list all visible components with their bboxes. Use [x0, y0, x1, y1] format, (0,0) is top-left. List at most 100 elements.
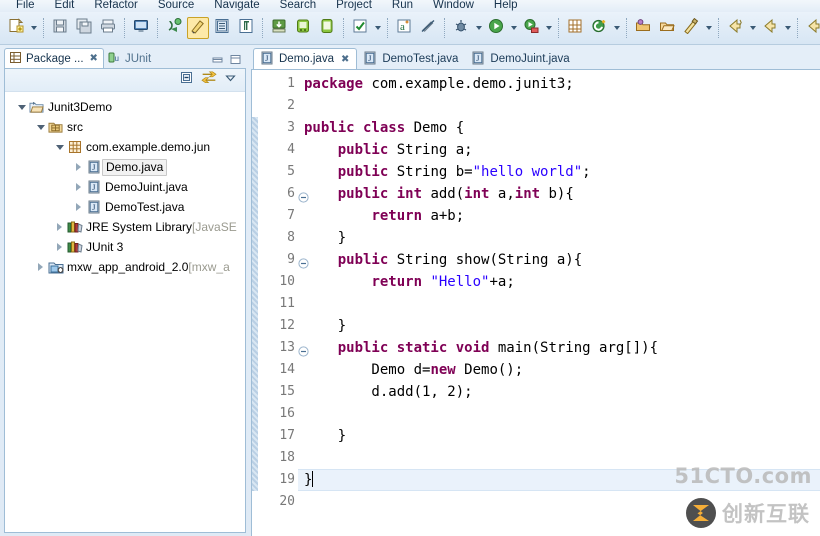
- next-annotation-dropdown-icon[interactable]: [747, 17, 758, 39]
- close-icon[interactable]: ✖: [90, 53, 98, 64]
- chevron-right-icon[interactable]: [53, 223, 66, 231]
- save-button[interactable]: [49, 17, 71, 39]
- new-package-button[interactable]: [564, 17, 586, 39]
- code-line[interactable]: }: [298, 315, 820, 337]
- editor-tab-demotest-java[interactable]: J DemoTest.java: [357, 49, 465, 69]
- menu-item-edit[interactable]: Edit: [45, 0, 85, 12]
- code-line[interactable]: [298, 293, 820, 315]
- chevron-down-icon[interactable]: [34, 125, 47, 130]
- menu-item-navigate[interactable]: Navigate: [204, 0, 269, 12]
- code-line[interactable]: public String b="hello world";: [298, 161, 820, 183]
- code-line[interactable]: [298, 403, 820, 425]
- menu-item-source[interactable]: Source: [148, 0, 204, 12]
- code-line[interactable]: }: [298, 425, 820, 447]
- open-console-button[interactable]: [130, 17, 152, 39]
- new-java-class-button[interactable]: [163, 17, 185, 39]
- print-button[interactable]: [97, 17, 119, 39]
- view-menu-icon[interactable]: [224, 71, 237, 89]
- android-sdk-manager-button[interactable]: [292, 17, 314, 39]
- close-icon[interactable]: ✖: [341, 54, 349, 65]
- tab-junit[interactable]: u JUnit: [104, 49, 156, 68]
- debug-dropdown-icon[interactable]: [473, 17, 484, 39]
- previous-annotation-dropdown-icon[interactable]: [782, 17, 793, 39]
- menu-item-run[interactable]: Run: [382, 0, 423, 12]
- debug-button[interactable]: [450, 17, 472, 39]
- tree-item-demotest-java[interactable]: J DemoTest.java: [5, 197, 245, 217]
- chevron-right-icon[interactable]: [72, 163, 85, 171]
- open-resource-button[interactable]: [656, 17, 678, 39]
- back-history-button[interactable]: [803, 17, 820, 39]
- link-with-editor-icon[interactable]: [201, 70, 217, 90]
- chevron-right-icon[interactable]: [53, 243, 66, 251]
- next-annotation-button[interactable]: [724, 17, 746, 39]
- code-editor[interactable]: 1 2 3 4 5 6 7 8 9 10 11 12 13 14 15 16 17 18 19 20 package …: [251, 69, 820, 536]
- previous-annotation-button[interactable]: [759, 17, 781, 39]
- run-button[interactable]: [485, 17, 507, 39]
- tree-item-jre-system-library[interactable]: JRE System Library [JavaSE: [5, 217, 245, 237]
- new-project-button[interactable]: [588, 17, 610, 39]
- chevron-right-icon[interactable]: [72, 183, 85, 191]
- chevron-right-icon[interactable]: [34, 263, 47, 271]
- tree-item-junit3demo[interactable]: Junit3Demo: [5, 97, 245, 117]
- code-line[interactable]: }: [298, 227, 820, 249]
- collapse-all-icon[interactable]: [179, 70, 194, 90]
- menu-item-refactor[interactable]: Refactor: [84, 0, 147, 12]
- code-line[interactable]: public static void main(String arg[]){: [298, 337, 820, 359]
- menu-item-project[interactable]: Project: [326, 0, 382, 12]
- editor-tab-demo-java[interactable]: J Demo.java ✖: [253, 48, 358, 69]
- android-virtual-device-button[interactable]: [316, 17, 338, 39]
- tree-item-mxw-app-android-2-0[interactable]: mxw_app_android_2.0 [mxw_a: [5, 257, 245, 277]
- chevron-right-icon[interactable]: [72, 203, 85, 211]
- code-line[interactable]: public String show(String a){: [298, 249, 820, 271]
- menu-item-help[interactable]: Help: [484, 0, 528, 12]
- tree-item-junit-3[interactable]: JUnit 3: [5, 237, 245, 257]
- disable-button[interactable]: [417, 17, 439, 39]
- tree-item-src[interactable]: src: [5, 117, 245, 137]
- tree-item-com-example-demo-jun[interactable]: com.example.demo.jun: [5, 137, 245, 157]
- code-line[interactable]: public String a;: [298, 139, 820, 161]
- code-line[interactable]: return a+b;: [298, 205, 820, 227]
- open-type-button[interactable]: [632, 17, 654, 39]
- run-dropdown-icon[interactable]: [508, 17, 519, 39]
- open-task-button[interactable]: [211, 17, 233, 39]
- project-tree[interactable]: Junit3Demo src com.example.demo.jun J Demo.j…: [5, 92, 245, 532]
- import-button[interactable]: [268, 17, 290, 39]
- toggle-mark-occurrences-button[interactable]: [187, 17, 209, 39]
- check-button[interactable]: [349, 17, 371, 39]
- menu-item-search[interactable]: Search: [270, 0, 326, 12]
- tab-package-explorer[interactable]: Package ... ✖: [4, 48, 104, 68]
- code-line[interactable]: package com.example.demo.junit3;: [298, 73, 820, 95]
- code-line[interactable]: Demo d=new Demo();: [298, 359, 820, 381]
- run-coverage-button[interactable]: [520, 17, 542, 39]
- code-line[interactable]: }: [298, 469, 820, 491]
- code-line[interactable]: [298, 95, 820, 117]
- code-line[interactable]: [298, 491, 820, 513]
- chevron-down-icon[interactable]: [15, 105, 28, 110]
- code-line[interactable]: public class Demo {: [298, 117, 820, 139]
- check-dropdown-icon[interactable]: [372, 17, 383, 39]
- new-wizard-button[interactable]: [5, 17, 27, 39]
- code-line[interactable]: return "Hello"+a;: [298, 271, 820, 293]
- show-whitespace-button[interactable]: [235, 17, 257, 39]
- quick-fix-dropdown-icon[interactable]: [703, 17, 714, 39]
- annotation-button[interactable]: a: [393, 17, 415, 39]
- editor-tab-demojuint-java[interactable]: J DemoJuint.java: [465, 49, 576, 69]
- coverage-dropdown-icon[interactable]: [543, 17, 554, 39]
- code-line[interactable]: public int add(int a,int b){: [298, 183, 820, 205]
- menu-item-file[interactable]: File: [6, 0, 45, 12]
- tree-item-demojuint-java[interactable]: J DemoJuint.java: [5, 177, 245, 197]
- maximize-button[interactable]: [229, 53, 242, 66]
- menu-item-window[interactable]: Window: [423, 0, 484, 12]
- code-line[interactable]: [298, 447, 820, 469]
- new-project-dropdown-icon[interactable]: [611, 17, 622, 39]
- minimize-button[interactable]: [211, 53, 224, 66]
- tree-item-demo-java[interactable]: J Demo.java: [5, 157, 245, 177]
- code-area[interactable]: package com.example.demo.junit3; public c…: [298, 70, 820, 536]
- new-dropdown-icon[interactable]: [28, 17, 39, 39]
- source-folder-icon: [47, 120, 64, 134]
- chevron-down-icon[interactable]: [53, 145, 66, 150]
- save-all-button[interactable]: [73, 17, 95, 39]
- quick-fix-button[interactable]: [680, 17, 702, 39]
- code-line[interactable]: d.add(1, 2);: [298, 381, 820, 403]
